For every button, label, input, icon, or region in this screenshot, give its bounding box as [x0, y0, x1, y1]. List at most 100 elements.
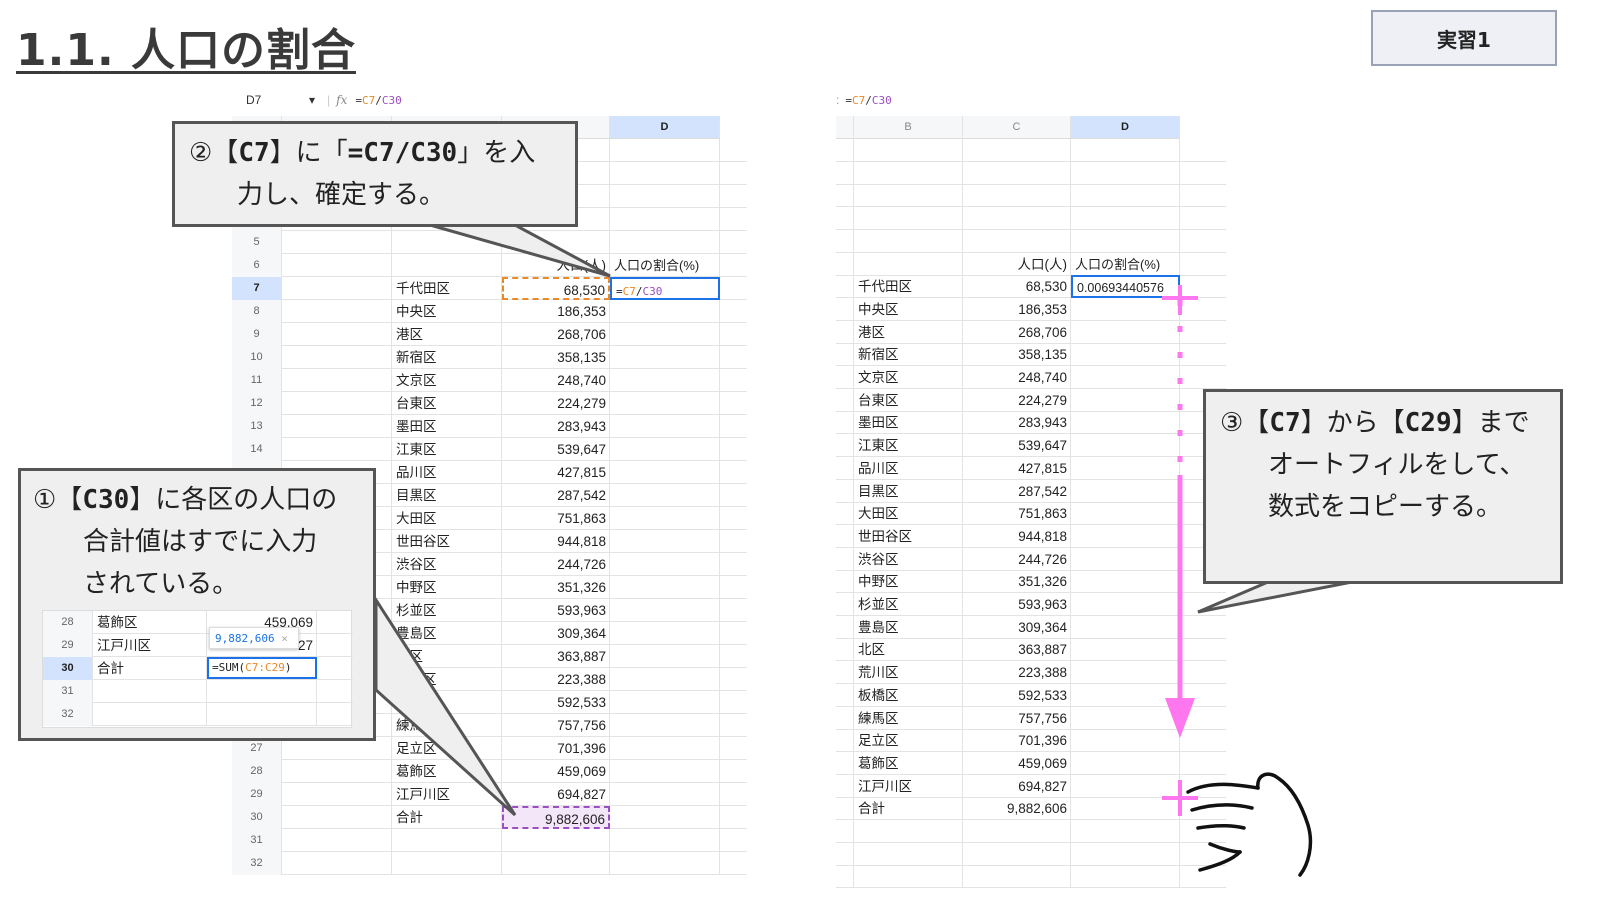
- cell-b[interactable]: 目黒区: [392, 484, 502, 507]
- cell-c[interactable]: 287,542: [963, 479, 1071, 503]
- cell-c[interactable]: [502, 829, 610, 852]
- cell-d[interactable]: [610, 783, 720, 806]
- cell-b[interactable]: 葛飾区: [854, 751, 963, 775]
- cell-d[interactable]: [610, 645, 720, 668]
- cell-d[interactable]: [610, 852, 720, 875]
- cell-c[interactable]: [963, 865, 1071, 889]
- cell-d[interactable]: [610, 806, 720, 829]
- cell-c[interactable]: 539,647: [963, 434, 1071, 458]
- cell-c[interactable]: 268,706: [502, 323, 610, 346]
- cell-c[interactable]: [207, 680, 317, 703]
- cell-d[interactable]: [610, 507, 720, 530]
- cell-b[interactable]: [854, 842, 963, 866]
- cell-c[interactable]: 694,827: [502, 783, 610, 806]
- cell-b[interactable]: 板橋区: [854, 683, 963, 707]
- cell-b[interactable]: 世田谷区: [392, 530, 502, 553]
- cell-a[interactable]: [282, 415, 392, 438]
- cell-b[interactable]: 港区: [392, 323, 502, 346]
- cell-d[interactable]: [610, 576, 720, 599]
- cell-b[interactable]: 台東区: [854, 388, 963, 412]
- cell-a[interactable]: [282, 760, 392, 783]
- col-header-c-right[interactable]: C: [963, 116, 1071, 139]
- cell-c[interactable]: 539,647: [502, 438, 610, 461]
- cell-c[interactable]: 358,135: [963, 343, 1071, 367]
- cell-a[interactable]: [282, 369, 392, 392]
- cell-c[interactable]: 68,530: [963, 275, 1071, 299]
- cell-b[interactable]: 江戸川区: [93, 634, 207, 657]
- cell-d[interactable]: [610, 461, 720, 484]
- cell-c[interactable]: 223,388: [502, 668, 610, 691]
- cell-d[interactable]: 人口の割合(%): [610, 254, 720, 277]
- row-number[interactable]: 29: [43, 634, 93, 657]
- row-number[interactable]: 10: [232, 346, 282, 369]
- cell-b[interactable]: 足立区: [392, 737, 502, 760]
- cell-c[interactable]: 人口(人): [502, 254, 610, 277]
- cell-b[interactable]: [854, 161, 963, 185]
- cell-d[interactable]: [610, 760, 720, 783]
- cell-a[interactable]: [282, 438, 392, 461]
- col-header-d[interactable]: D: [610, 116, 720, 139]
- cell-c[interactable]: 757,756: [963, 706, 1071, 730]
- cell-c[interactable]: 701,396: [502, 737, 610, 760]
- cell-c[interactable]: 593,963: [963, 593, 1071, 616]
- cell-a[interactable]: [282, 300, 392, 323]
- cell-d[interactable]: [1071, 184, 1180, 208]
- name-box[interactable]: D7 ▾: [232, 93, 327, 107]
- cell-b[interactable]: 足立区: [854, 729, 963, 753]
- cell-a[interactable]: [282, 829, 392, 852]
- cell-b[interactable]: [392, 254, 502, 277]
- cell-b[interactable]: 新宿区: [854, 343, 963, 367]
- cell-b[interactable]: 板橋区: [392, 691, 502, 714]
- cell-d[interactable]: [610, 599, 720, 622]
- cell-d[interactable]: [610, 392, 720, 415]
- cell-b[interactable]: 千代田区: [392, 277, 502, 300]
- cell-b[interactable]: [392, 231, 502, 254]
- cell-b[interactable]: 墨田区: [392, 415, 502, 438]
- cell-a[interactable]: [282, 323, 392, 346]
- cell-a[interactable]: [282, 277, 392, 300]
- cell-b[interactable]: 渋谷区: [854, 547, 963, 571]
- cell-c[interactable]: [963, 161, 1071, 185]
- cell-b[interactable]: 港区: [854, 320, 963, 344]
- cell-b[interactable]: 中野区: [854, 570, 963, 594]
- row-number[interactable]: 30: [232, 806, 282, 829]
- cell-c[interactable]: 751,863: [502, 507, 610, 530]
- cell-b[interactable]: 大田区: [854, 502, 963, 526]
- cell-d[interactable]: [610, 139, 720, 162]
- cell-c[interactable]: 701,396: [963, 729, 1071, 753]
- cell-c[interactable]: 944,818: [963, 524, 1071, 548]
- cell-c[interactable]: [502, 852, 610, 875]
- cell-c[interactable]: 224,279: [502, 392, 610, 415]
- cell-c[interactable]: 283,943: [963, 411, 1071, 435]
- cell-b[interactable]: 江戸川区: [392, 783, 502, 806]
- cell-c[interactable]: 人口(人): [963, 252, 1071, 276]
- row-number[interactable]: 6: [232, 254, 282, 277]
- cell-c[interactable]: 351,326: [502, 576, 610, 599]
- cell-c[interactable]: 186,353: [502, 300, 610, 323]
- cell-b[interactable]: 世田谷区: [854, 524, 963, 548]
- formula-text-right[interactable]: =C7/C30: [845, 94, 891, 107]
- cell-b[interactable]: 新宿区: [392, 346, 502, 369]
- cell-d[interactable]: [1071, 139, 1180, 162]
- cell-c[interactable]: 186,353: [963, 297, 1071, 321]
- row-number[interactable]: 32: [232, 852, 282, 875]
- cell-c[interactable]: 427,815: [502, 461, 610, 484]
- cell-c[interactable]: 309,364: [502, 622, 610, 645]
- cell-a[interactable]: [282, 806, 392, 829]
- row-number[interactable]: 11: [232, 369, 282, 392]
- cell-a[interactable]: [282, 346, 392, 369]
- cell-c[interactable]: 459,069: [963, 751, 1071, 775]
- cell-b[interactable]: [854, 207, 963, 231]
- cell-d[interactable]: [610, 484, 720, 507]
- cell-d[interactable]: 人口の割合(%): [1071, 252, 1180, 276]
- cell-d[interactable]: [610, 231, 720, 254]
- close-icon[interactable]: ×: [281, 632, 288, 645]
- cell-d[interactable]: [610, 208, 720, 231]
- cell-b[interactable]: 葛飾区: [93, 611, 207, 634]
- cell-d[interactable]: [610, 668, 720, 691]
- formula-text[interactable]: =C7/C30: [355, 94, 401, 107]
- cell-b[interactable]: 荒川区: [392, 668, 502, 691]
- cell-b[interactable]: 江東区: [854, 434, 963, 458]
- cell-c[interactable]: 283,943: [502, 415, 610, 438]
- row-number[interactable]: 9: [232, 323, 282, 346]
